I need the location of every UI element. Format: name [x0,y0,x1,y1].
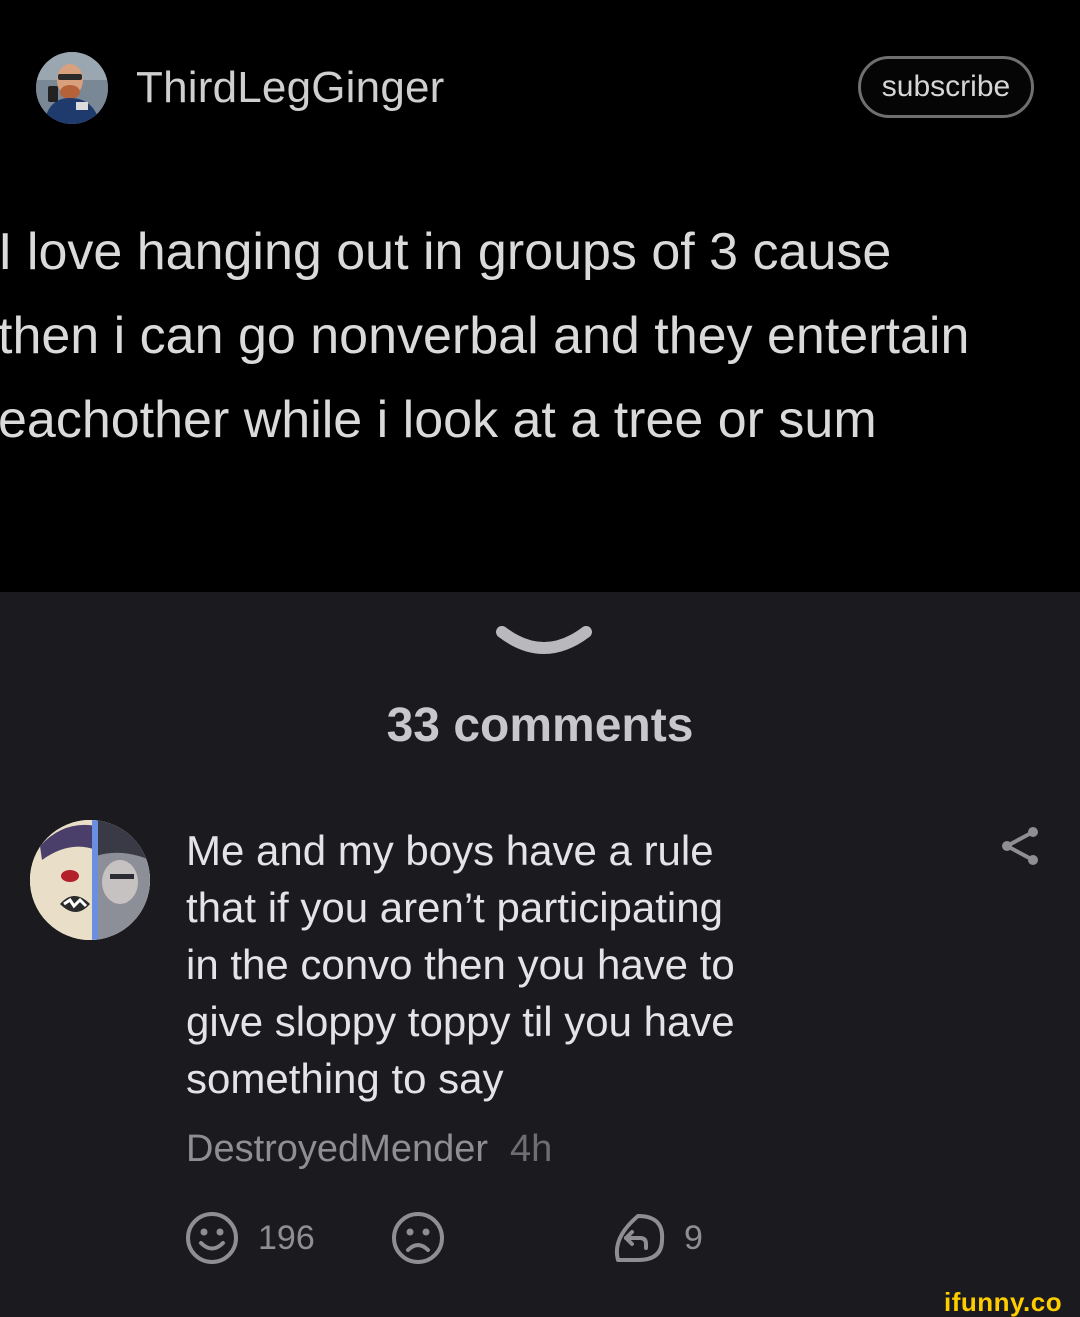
author-avatar[interactable] [36,52,108,124]
comment-time: 4h [510,1128,553,1170]
post-card: ThirdLegGinger subscribe I love hanging … [0,0,1080,592]
comment-text-line: in the convo then you have to [186,941,735,988]
post-text-line: I love hanging out in groups of 3 cause [0,223,892,281]
chevron-down-icon[interactable] [496,622,592,666]
comment-text-line: that if you aren’t participating [186,884,723,931]
like-button[interactable]: 196 [184,1210,315,1266]
smile-icon [186,1212,238,1264]
reply-icon [615,1214,665,1262]
share-icon[interactable] [1000,826,1040,866]
comments-count: 33 comments [386,699,694,752]
post-text: I love hanging out in groups of 3 cause … [0,210,1080,462]
post-text-line: then i can go nonverbal and they enterta… [0,307,970,365]
comment-meta: DestroyedMender 4h [186,1126,552,1172]
author-username[interactable]: ThirdLegGinger [136,62,445,114]
frown-icon [392,1212,444,1264]
commenter-avatar-image [30,820,150,940]
reply-button[interactable]: 9 [610,1210,703,1266]
comment-text: Me and my boys have a rule that if you a… [186,822,886,1107]
ifunny-watermark: ifunny.co [944,1287,1063,1317]
comment-text-line: give sloppy toppy til you have [186,998,735,1045]
comment-text-line: something to say [186,1055,504,1102]
subscribe-button[interactable]: subscribe [858,56,1034,118]
post-text-line: eachother while i look at a tree or sum [0,391,877,449]
dislike-button[interactable] [390,1210,446,1266]
comment-text-line: Me and my boys have a rule [186,827,714,874]
commenter-avatar[interactable] [30,820,150,940]
like-count: 196 [258,1219,315,1257]
comment-author[interactable]: DestroyedMender [186,1128,488,1170]
reply-count: 9 [684,1219,703,1257]
avatar-image [36,52,108,124]
